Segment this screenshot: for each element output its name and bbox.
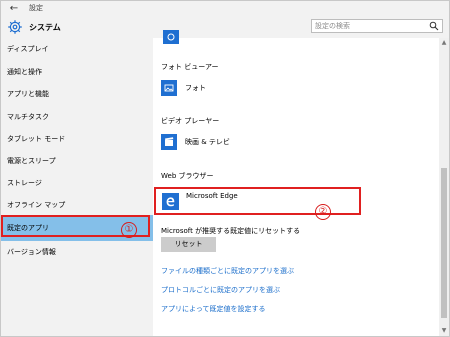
edge-app-name: Microsoft Edge [186, 192, 238, 200]
title-bar: ← 設定 [1, 1, 449, 16]
video-player-app[interactable]: 映画 & テレビ [161, 134, 281, 152]
main-content: フォト ビューアー フォト ビデオ プレーヤー 映画 & テレビ Web ブラウ… [153, 30, 439, 336]
link-choose-by-file-type[interactable]: ファイルの種類ごとに既定のアプリを選ぶ [161, 266, 294, 276]
app-icon [167, 33, 175, 41]
photos-app-name: フォト [185, 84, 206, 92]
movies-tv-app-name: 映画 & テレビ [185, 138, 230, 146]
annotation-marker-2: ② [315, 204, 331, 220]
header: システム [1, 16, 449, 38]
link-choose-by-protocol[interactable]: プロトコルごとに既定のアプリを選ぶ [161, 285, 280, 295]
scroll-down-arrow-icon[interactable]: ▼ [439, 326, 449, 336]
edge-icon [166, 197, 175, 207]
sidebar-item-multitasking[interactable]: マルチタスク [1, 106, 153, 128]
sidebar-item-display[interactable]: ディスプレイ [1, 38, 153, 60]
search-input[interactable] [312, 20, 427, 32]
sidebar-item-about[interactable]: バージョン情報 [1, 241, 153, 263]
web-browser-label: Web ブラウザー [161, 172, 214, 180]
edge-tile [162, 193, 179, 210]
scroll-thumb[interactable] [441, 168, 447, 318]
search-box[interactable] [311, 19, 443, 33]
sidebar-item-offline-maps[interactable]: オフライン マップ [1, 194, 153, 216]
sidebar-item-storage[interactable]: ストレージ [1, 172, 153, 194]
window-title: 設定 [29, 4, 43, 12]
sidebar-item-apps-features[interactable]: アプリと機能 [1, 83, 153, 105]
back-arrow-icon[interactable]: ← [7, 2, 21, 15]
settings-window: ← 設定 システム ディスプレイ 通知と操作 アプリと機能 マルチタスク タブレ… [0, 0, 450, 337]
sidebar-item-notifications[interactable]: 通知と操作 [1, 61, 153, 83]
link-set-defaults-by-app[interactable]: アプリによって既定値を設定する [161, 304, 265, 314]
photo-viewer-app[interactable]: フォト [161, 80, 281, 98]
photo-viewer-label: フォト ビューアー [161, 63, 219, 71]
annotation-marker-1: ① [121, 222, 137, 238]
video-player-label: ビデオ プレーヤー [161, 117, 220, 125]
sidebar-item-power-sleep[interactable]: 電源とスリープ [1, 150, 153, 172]
search-icon[interactable] [429, 21, 439, 31]
photos-icon [164, 84, 174, 92]
partial-app-tile [163, 30, 179, 44]
sidebar: ディスプレイ 通知と操作 アプリと機能 マルチタスク タブレット モード 電源と… [1, 38, 153, 336]
page-title: システム [29, 23, 61, 32]
reset-button[interactable]: リセット [161, 237, 216, 252]
photos-tile [161, 80, 177, 96]
scrollbar[interactable]: ▲ ▼ [439, 38, 449, 336]
sidebar-item-tablet-mode[interactable]: タブレット モード [1, 128, 153, 150]
scroll-up-arrow-icon[interactable]: ▲ [439, 38, 449, 48]
film-icon [165, 137, 174, 146]
gear-icon [8, 20, 22, 34]
reset-description: Microsoft が推奨する既定値にリセットする [161, 227, 301, 235]
movies-tv-tile [161, 134, 177, 150]
